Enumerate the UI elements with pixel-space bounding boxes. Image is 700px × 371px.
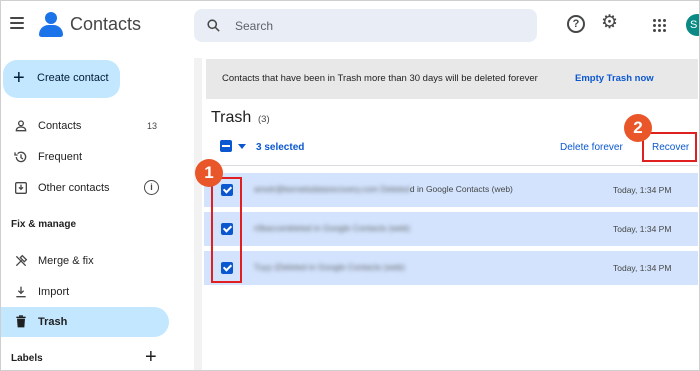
fix-manage-heading: Fix & manage — [11, 219, 77, 230]
search-icon — [207, 19, 220, 32]
apps-grid-icon[interactable] — [653, 19, 667, 33]
sidebar-item-import[interactable]: Import — [1, 277, 169, 307]
search-bar[interactable]: Search — [194, 9, 537, 42]
sidebar-item-contacts[interactable]: Contacts 13 — [1, 111, 169, 141]
row-text: amolr@kernelsdatarecovery.com Deletedd i… — [254, 184, 513, 194]
contacts-logo-icon — [39, 12, 63, 38]
delete-forever-button[interactable]: Delete forever — [560, 142, 623, 153]
sidebar-item-trash[interactable]: Trash — [1, 307, 169, 337]
sidebar-item-label: Frequent — [38, 151, 83, 163]
select-all-checkbox[interactable] — [220, 140, 232, 152]
history-icon — [14, 151, 27, 163]
add-label-icon[interactable]: + — [145, 347, 157, 367]
app-title: Contacts — [70, 14, 142, 34]
row-text: r0baccenkleted in Google Contacts (web) — [254, 223, 410, 233]
step-1-badge: 1 — [195, 159, 223, 187]
row-date: Today, 1:34 PM — [613, 263, 672, 273]
table-row[interactable]: Tuyy (Deleted in Google Contacts (web) T… — [204, 251, 698, 285]
plus-icon: + — [13, 67, 25, 89]
download-icon — [16, 286, 26, 298]
tools-icon — [15, 254, 28, 267]
inbox-download-icon — [15, 182, 27, 194]
help-icon[interactable]: ? — [567, 15, 585, 33]
trash-banner: Contacts that have been in Trash more th… — [206, 59, 698, 99]
checkbox-highlight — [211, 177, 242, 283]
contacts-count: 13 — [147, 121, 158, 131]
table-row[interactable]: r0baccenkleted in Google Contacts (web) … — [204, 212, 698, 246]
table-row[interactable]: amolr@kernelsdatarecovery.com Deletedd i… — [204, 173, 698, 207]
sidebar-item-label: Trash — [38, 316, 68, 328]
search-input[interactable]: Search — [235, 19, 273, 33]
avatar[interactable]: S — [686, 14, 699, 36]
step-2-badge: 2 — [624, 114, 652, 142]
content-gutter — [194, 58, 202, 370]
row-date: Today, 1:34 PM — [613, 224, 672, 234]
person-icon — [15, 120, 27, 132]
gear-icon[interactable]: ⚙ — [601, 13, 619, 32]
sidebar-item-label: Merge & fix — [38, 255, 94, 267]
selection-dropdown-icon[interactable] — [238, 144, 246, 149]
row-text: Tuyy (Deleted in Google Contacts (web) — [254, 262, 405, 272]
sidebar-item-label: Contacts — [38, 120, 82, 132]
create-contact-button[interactable]: + Create contact — [3, 60, 120, 98]
main-menu-icon[interactable] — [10, 17, 24, 29]
sidebar-item-label: Other contacts — [38, 182, 110, 194]
trash-count: (3) — [258, 114, 270, 125]
sidebar-item-label: Import — [38, 286, 70, 298]
sidebar-item-merge-fix[interactable]: Merge & fix — [1, 246, 169, 276]
create-contact-label: Create contact — [37, 72, 109, 84]
empty-trash-button[interactable]: Empty Trash now — [575, 73, 654, 84]
row-date: Today, 1:34 PM — [613, 185, 672, 195]
divider — [206, 165, 698, 166]
trash-icon — [16, 315, 26, 328]
app-window: Contacts Search ? ⚙ S + Create contact C… — [0, 0, 700, 371]
banner-message: Contacts that have been in Trash more th… — [222, 73, 538, 84]
info-icon[interactable]: i — [144, 180, 159, 195]
selected-count: 3 selected — [256, 142, 305, 153]
sidebar-item-frequent[interactable]: Frequent — [1, 142, 169, 172]
page-title: Trash — [211, 109, 252, 126]
labels-heading: Labels — [11, 353, 43, 364]
recover-highlight — [642, 132, 697, 162]
